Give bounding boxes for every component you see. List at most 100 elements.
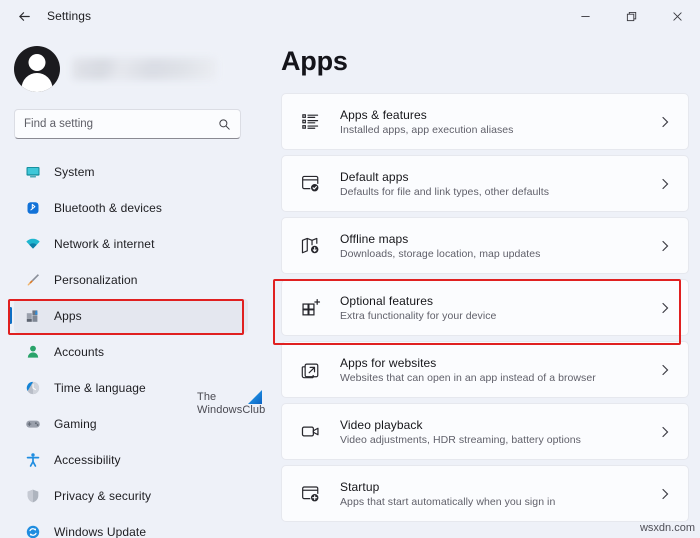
- person-icon: [25, 344, 41, 360]
- card-text: Startup Apps that start automatically wh…: [340, 480, 659, 508]
- chevron-right-icon: [662, 488, 669, 499]
- grid-plus-icon: [299, 297, 321, 319]
- card-text: Optional features Extra functionality fo…: [340, 294, 659, 322]
- sidebar-item-label: System: [54, 165, 95, 179]
- card-subtitle: Apps that start automatically when you s…: [340, 495, 556, 508]
- title-bar: Settings: [0, 0, 700, 32]
- avatar-body: [21, 73, 53, 92]
- sidebar-item-label: Accessibility: [54, 453, 121, 467]
- video-camera-icon: [299, 421, 321, 443]
- window-plus-icon: [299, 483, 321, 505]
- sidebar-item-label: Windows Update: [54, 525, 147, 538]
- minimize-button[interactable]: [562, 0, 608, 32]
- back-button[interactable]: [9, 1, 39, 31]
- back-arrow-icon: [18, 11, 30, 21]
- card-optional-features[interactable]: Optional features Extra functionality fo…: [281, 279, 689, 336]
- sidebar-item-label: Gaming: [54, 417, 97, 431]
- card-title: Optional features: [340, 293, 434, 308]
- clock-icon: [25, 380, 41, 396]
- card-subtitle: Installed apps, app execution aliases: [340, 123, 514, 136]
- card-subtitle: Websites that can open in an app instead…: [340, 371, 596, 384]
- sidebar-item-label: Personalization: [54, 273, 138, 287]
- card-text: Default apps Defaults for file and link …: [340, 170, 659, 198]
- sidebar-item-label: Privacy & security: [54, 489, 152, 503]
- user-display-name: [72, 58, 217, 80]
- sidebar-item-label: Network & internet: [54, 237, 155, 251]
- sidebar-item-bluetooth-devices[interactable]: Bluetooth & devices: [14, 191, 248, 225]
- card-subtitle: Downloads, storage location, map updates: [340, 247, 541, 260]
- search-container: [14, 109, 241, 139]
- list-icon: [299, 111, 321, 133]
- sidebar-item-accounts[interactable]: Accounts: [14, 335, 248, 369]
- chevron-right-icon: [662, 178, 669, 189]
- window-body: System Bluetooth & devices: [0, 32, 700, 538]
- sidebar-item-label: Apps: [54, 309, 82, 323]
- restore-button[interactable]: [608, 0, 654, 32]
- card-text: Apps for websites Websites that can open…: [340, 356, 659, 384]
- sidebar-item-label: Time & language: [54, 381, 146, 395]
- card-startup[interactable]: Startup Apps that start automatically wh…: [281, 465, 689, 522]
- close-icon: [672, 11, 682, 21]
- user-profile[interactable]: [0, 32, 257, 92]
- update-arrows-icon: [25, 524, 41, 538]
- brand-watermark: The WindowsClub: [197, 391, 265, 417]
- monitor-icon: [25, 164, 41, 180]
- search-box[interactable]: [14, 109, 241, 139]
- search-input[interactable]: [24, 118, 218, 130]
- card-subtitle: Defaults for file and link types, other …: [340, 185, 550, 198]
- settings-card-list: Apps & features Installed apps, app exec…: [281, 93, 689, 522]
- sidebar-item-privacy-security[interactable]: Privacy & security: [14, 479, 248, 513]
- sidebar-item-label: Accounts: [54, 345, 105, 359]
- sidebar-item-windows-update[interactable]: Windows Update: [14, 515, 248, 538]
- sidebar-item-accessibility[interactable]: Accessibility: [14, 443, 248, 477]
- brand-watermark-line2: WindowsClub: [197, 404, 266, 416]
- minimize-icon: [580, 15, 590, 17]
- site-watermark: wsxdn.com: [639, 522, 695, 534]
- sidebar: System Bluetooth & devices: [0, 32, 257, 538]
- bluetooth-icon: [25, 200, 41, 216]
- paintbrush-icon: [25, 272, 41, 288]
- card-offline-maps[interactable]: Offline maps Downloads, storage location…: [281, 217, 689, 274]
- chevron-right-icon: [662, 426, 669, 437]
- settings-window: Settings Find a setting System Bluetooth…: [0, 0, 700, 538]
- wifi-icon: [25, 236, 41, 252]
- apps-squares-icon: [25, 308, 41, 324]
- sidebar-item-apps[interactable]: Apps: [9, 299, 248, 333]
- chevron-right-icon: [662, 302, 669, 313]
- sidebar-nav: System Bluetooth & devices Network & int…: [0, 155, 257, 538]
- card-video-playback[interactable]: Video playback Video adjustments, HDR st…: [281, 403, 689, 460]
- main-content: Apps Apps & features Installed apps, app…: [257, 32, 700, 538]
- card-title: Video playback: [340, 417, 423, 432]
- restore-icon: [626, 11, 636, 21]
- accessibility-icon: [25, 452, 41, 468]
- sidebar-item-system[interactable]: System: [14, 155, 248, 189]
- sidebar-item-personalization[interactable]: Personalization: [14, 263, 248, 297]
- search-icon: [219, 118, 230, 130]
- card-title: Startup: [340, 479, 380, 494]
- gamepad-icon: [25, 416, 41, 432]
- sidebar-item-label: Bluetooth & devices: [54, 201, 162, 215]
- window-controls: [562, 0, 700, 32]
- close-button[interactable]: [654, 0, 700, 32]
- card-title: Apps for websites: [340, 355, 437, 370]
- external-link-icon: [299, 359, 321, 381]
- card-title: Default apps: [340, 169, 409, 184]
- card-apps-for-websites[interactable]: Apps for websites Websites that can open…: [281, 341, 689, 398]
- sidebar-item-network-internet[interactable]: Network & internet: [14, 227, 248, 261]
- map-download-icon: [299, 235, 321, 257]
- card-apps-and-features[interactable]: Apps & features Installed apps, app exec…: [281, 93, 689, 150]
- shield-icon: [25, 488, 41, 504]
- app-title: Settings: [47, 9, 92, 23]
- card-title: Offline maps: [340, 231, 409, 246]
- card-text: Video playback Video adjustments, HDR st…: [340, 418, 659, 446]
- card-subtitle: Video adjustments, HDR streaming, batter…: [340, 433, 581, 446]
- card-text: Offline maps Downloads, storage location…: [340, 232, 659, 260]
- chevron-right-icon: [662, 364, 669, 375]
- card-text: Apps & features Installed apps, app exec…: [340, 108, 659, 136]
- avatar-head: [28, 54, 46, 71]
- window-check-icon: [299, 173, 321, 195]
- card-default-apps[interactable]: Default apps Defaults for file and link …: [281, 155, 689, 212]
- avatar: [14, 46, 60, 92]
- card-subtitle: Extra functionality for your device: [340, 309, 497, 322]
- card-title: Apps & features: [340, 107, 427, 122]
